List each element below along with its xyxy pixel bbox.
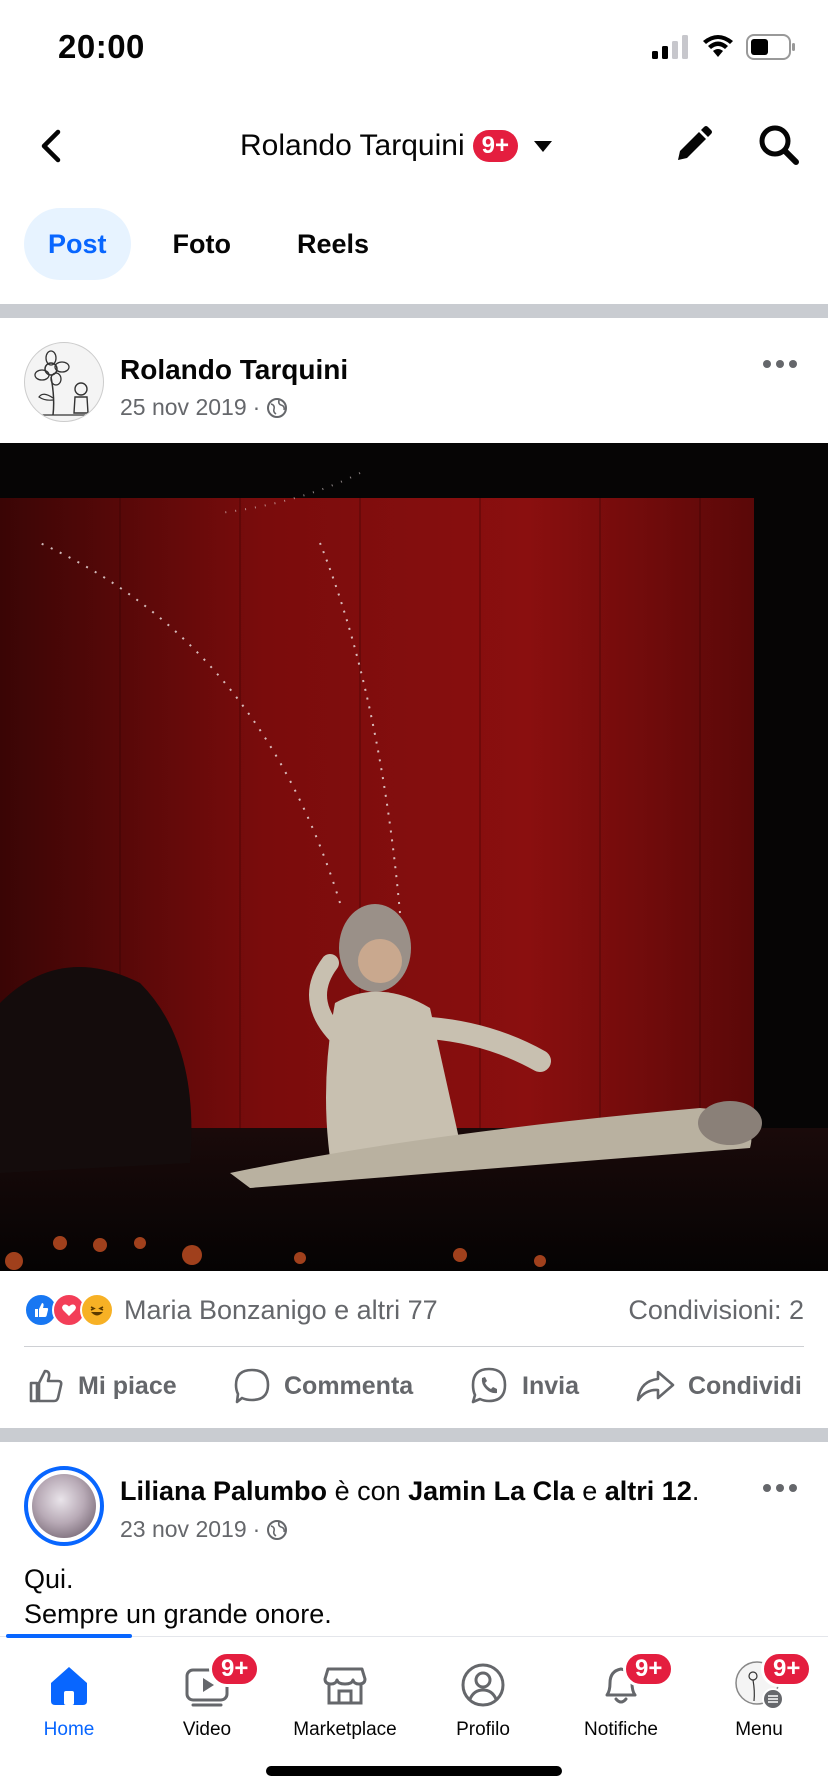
share-label: Condividi (688, 1371, 802, 1400)
post2-and-text: e (582, 1476, 598, 1506)
post2-with-text: è con (334, 1476, 401, 1506)
haha-reaction-icon (80, 1293, 114, 1327)
avatar[interactable] (24, 342, 104, 422)
nav-home-icon-wrap (41, 1659, 97, 1711)
nav-video-icon-wrap: 9+ (179, 1651, 261, 1711)
avatar[interactable] (24, 1466, 104, 1546)
active-tab-indicator (6, 1634, 132, 1638)
nav-menu-badge: 9+ (761, 1651, 813, 1687)
section-divider (0, 304, 828, 318)
post2-tagged-name[interactable]: Jamin La Cla (408, 1476, 575, 1506)
status-icons (652, 34, 796, 60)
search-icon[interactable] (754, 120, 804, 170)
profile-tabs: Post Foto Reels (24, 208, 393, 280)
more-options-icon[interactable] (760, 1478, 800, 1498)
post-header: Rolando Tarquini 25 nov 2019 · (0, 318, 828, 443)
post-author-name[interactable]: Rolando Tarquini (120, 354, 348, 386)
meta-separator: · (252, 1516, 261, 1542)
nav-notifications-label: Notifiche (584, 1719, 658, 1740)
top-header: Rolando Tarquini 9+ (0, 100, 828, 190)
nav-profile[interactable]: Profilo (414, 1637, 552, 1747)
title-notification-badge: 9+ (472, 130, 518, 162)
post-photo[interactable] (0, 443, 828, 1271)
battery-icon (746, 34, 795, 60)
page-title: Rolando Tarquini (240, 129, 465, 162)
comment-label: Commenta (284, 1371, 414, 1400)
post-meta: 25 nov 2019 · (120, 394, 288, 421)
section-divider (0, 1428, 828, 1442)
send-label: Invia (522, 1371, 579, 1400)
theatre-photo (0, 443, 828, 1271)
post-actions: Mi piace Commenta Invia Condividi (0, 1356, 828, 1416)
more-options-icon[interactable] (760, 354, 800, 374)
shares-count[interactable]: Condivisioni: 2 (628, 1295, 804, 1326)
caret-down-icon (533, 141, 552, 152)
signal-icon (652, 35, 688, 59)
globe-icon (267, 397, 288, 418)
globe-icon (267, 1519, 288, 1540)
comment-bubble-icon (234, 1368, 270, 1404)
reactions-summary[interactable]: Maria Bonzanigo e altri 77 (124, 1295, 438, 1326)
post2-others-link[interactable]: altri 12 (605, 1476, 692, 1506)
marketplace-store-icon (323, 1667, 367, 1705)
post2-date[interactable]: 23 nov 2019 (120, 1516, 247, 1543)
thumbs-up-icon (29, 1369, 63, 1403)
nav-profile-label: Profilo (456, 1719, 510, 1740)
reaction-icons (24, 1293, 114, 1327)
like-button[interactable]: Mi piace (26, 1356, 177, 1416)
like-label: Mi piace (78, 1371, 177, 1400)
whatsapp-icon (471, 1367, 507, 1404)
nav-video-badge: 9+ (209, 1651, 261, 1687)
post-date[interactable]: 25 nov 2019 (120, 394, 247, 421)
share-arrow-icon (636, 1370, 675, 1402)
post2-meta: 23 nov 2019 · (120, 1516, 288, 1543)
nav-menu-icon-wrap: 9+ (731, 1651, 813, 1711)
nav-video[interactable]: 9+ Video (138, 1637, 276, 1747)
meta-separator: · (252, 394, 261, 420)
tab-reels[interactable]: Reels (273, 208, 393, 280)
nav-profile-icon-wrap (455, 1659, 511, 1711)
post2-line-2: Sempre un grande onore. (24, 1599, 332, 1629)
reactions-row[interactable]: Maria Bonzanigo e altri 77 Condivisioni:… (24, 1290, 804, 1330)
nav-menu[interactable]: 9+ Menu (690, 1637, 828, 1747)
tab-foto[interactable]: Foto (149, 208, 255, 280)
nav-menu-label: Menu (735, 1719, 783, 1740)
tab-post[interactable]: Post (24, 208, 131, 280)
home-icon (51, 1667, 87, 1705)
avatar-photo (32, 1474, 96, 1538)
profile-title-dropdown[interactable]: Rolando Tarquini 9+ (240, 122, 560, 170)
flower-sketch-avatar-icon (31, 350, 99, 416)
share-button[interactable]: Condividi (634, 1356, 802, 1416)
post2-body: Qui. Sempre un grande onore. (24, 1562, 332, 1632)
wifi-icon (703, 35, 733, 57)
nav-video-label: Video (182, 1719, 232, 1740)
post2-author-line: Liliana Palumbo è con Jamin La Cla e alt… (120, 1476, 699, 1507)
comment-button[interactable]: Commenta (232, 1356, 413, 1416)
action-divider (24, 1346, 804, 1347)
nav-marketplace-label: Marketplace (293, 1719, 397, 1740)
nav-notifications-icon-wrap: 9+ (593, 1651, 675, 1711)
home-indicator (266, 1766, 562, 1776)
nav-marketplace-icon-wrap (317, 1659, 373, 1711)
status-time: 20:00 (58, 28, 145, 65)
post2-period: . (691, 1476, 700, 1506)
send-whatsapp-button[interactable]: Invia (468, 1356, 579, 1416)
nav-marketplace[interactable]: Marketplace (276, 1637, 414, 1747)
back-arrow-icon[interactable] (28, 122, 76, 170)
nav-home-label: Home (43, 1719, 95, 1740)
nav-notifications-badge: 9+ (623, 1651, 675, 1687)
edit-pencil-icon[interactable] (668, 120, 718, 170)
nav-home[interactable]: Home (0, 1637, 138, 1747)
status-bar: 20:00 (0, 0, 828, 100)
nav-notifications[interactable]: 9+ Notifiche (552, 1637, 690, 1747)
profile-icon (461, 1663, 505, 1707)
post2-author-name[interactable]: Liliana Palumbo (120, 1476, 327, 1506)
post2-line-1: Qui. (24, 1564, 74, 1594)
